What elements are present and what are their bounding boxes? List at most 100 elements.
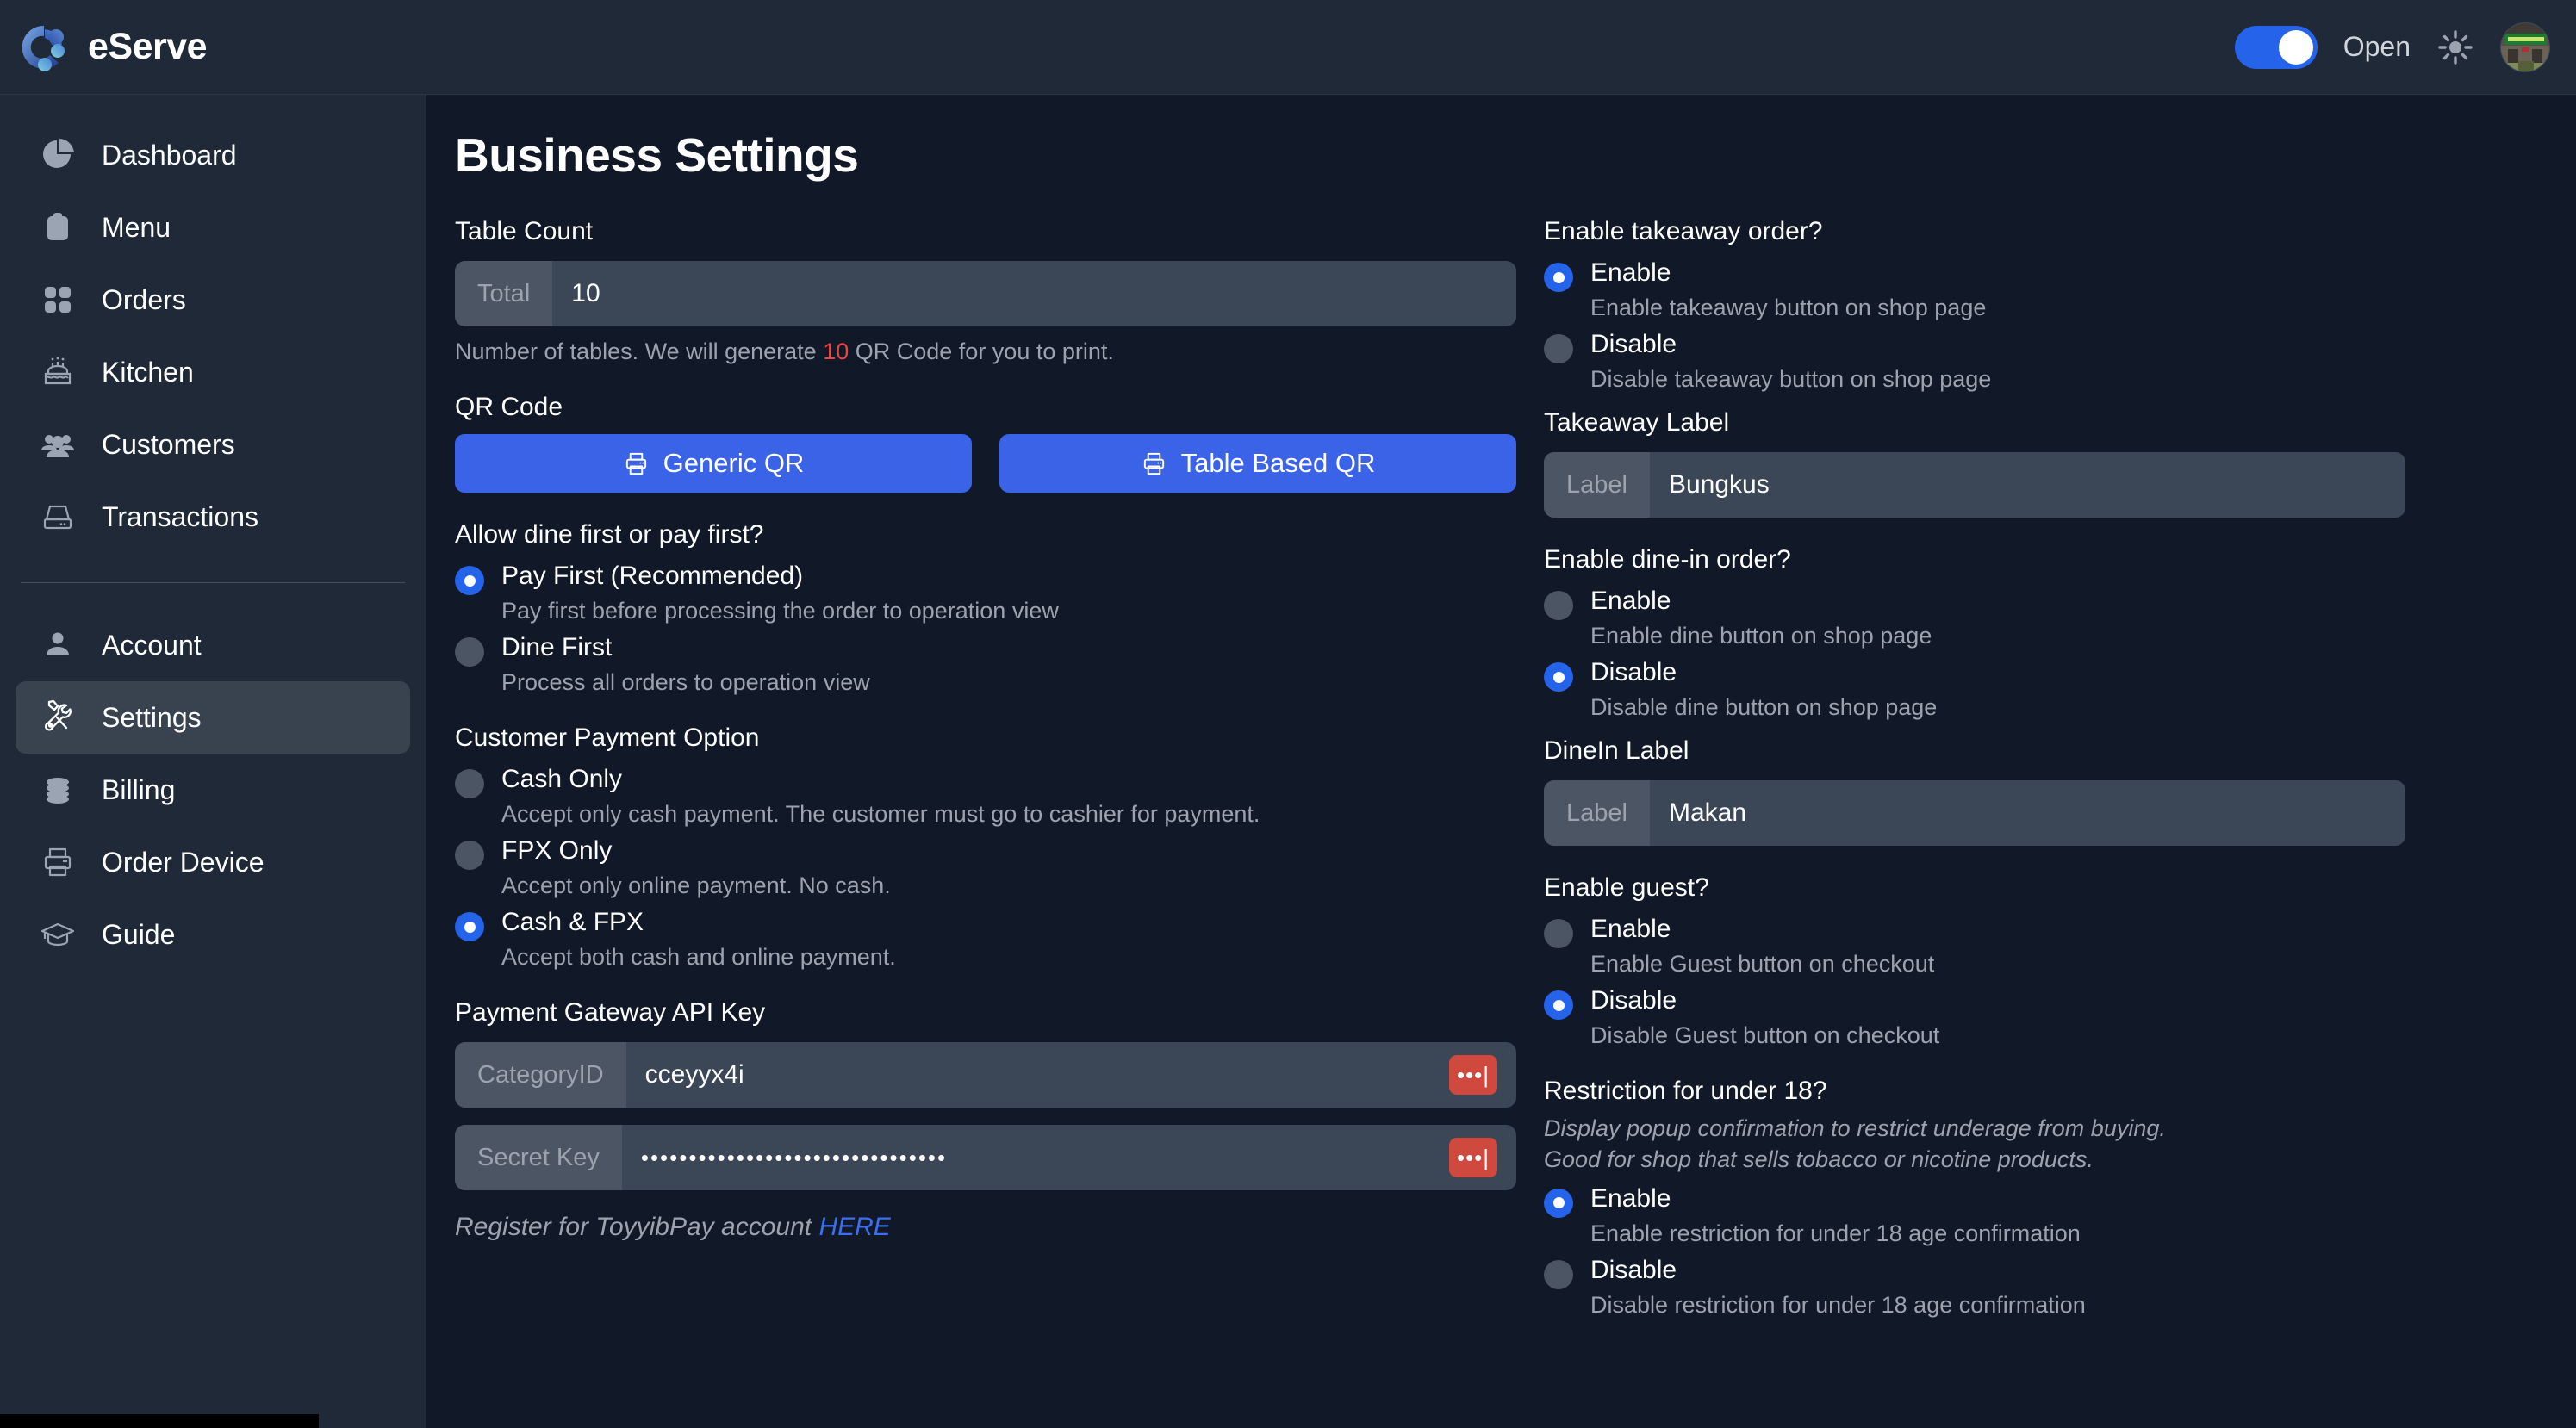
radio-option[interactable]: Disable Disable restriction for under 18…: [1544, 1256, 2405, 1319]
person-icon: [38, 625, 78, 665]
radio-desc: Disable Guest button on checkout: [1590, 1022, 1940, 1048]
dinein-label-field[interactable]: Label Makan: [1544, 780, 2405, 846]
radio-pay-first[interactable]: [455, 566, 484, 595]
category-id-addon: CategoryID: [455, 1042, 626, 1108]
top-bar-controls: Open: [2234, 22, 2576, 72]
radio-desc: Accept both cash and online payment.: [501, 944, 896, 970]
sidebar-item-transactions[interactable]: Transactions: [16, 481, 410, 553]
radio-desc: Enable restriction for under 18 age conf…: [1590, 1220, 2081, 1246]
sidebar-item-label: Menu: [102, 211, 171, 243]
settings-columns: Table Count Total 10 Number of tables. W…: [455, 217, 2576, 1346]
secret-key-field[interactable]: Secret Key •••••••••••••••••••••••••••••…: [455, 1125, 1516, 1190]
takeaway-label-input[interactable]: Bungkus: [1649, 452, 2405, 518]
radio-guest-disable[interactable]: [1544, 990, 1573, 1020]
horizontal-scrollbar[interactable]: [0, 1414, 319, 1428]
sun-icon[interactable]: [2436, 28, 2474, 66]
dine-or-pay-group: Allow dine first or pay first? Pay First…: [455, 520, 1516, 696]
helper-count: 10: [823, 338, 849, 364]
coins-icon: [38, 770, 78, 810]
sidebar-item-customers[interactable]: Customers: [16, 408, 410, 481]
register-here-link[interactable]: HERE: [818, 1213, 890, 1241]
radio-fpx-only[interactable]: [455, 841, 484, 870]
qr-button-row: Generic QR Table Based QR: [455, 434, 1516, 493]
radio-option[interactable]: Disable Disable dine button on shop page: [1544, 658, 2405, 721]
sidebar-item-menu[interactable]: Menu: [16, 191, 410, 264]
register-text: Register for ToyyibPay account: [455, 1213, 819, 1241]
sidebar-item-guide[interactable]: Guide: [16, 898, 410, 971]
dinein-label-input[interactable]: Makan: [1649, 780, 2405, 846]
radio-cash-only[interactable]: [455, 769, 484, 798]
sidebar-item-label: Billing: [102, 773, 176, 805]
sidebar-item-label: Account: [102, 629, 202, 661]
qr-code-group: QR Code Generic QR Table Based QR: [455, 393, 1516, 493]
category-id-input[interactable]: cceyyx4i: [625, 1042, 1449, 1108]
radio-option[interactable]: Enable Enable dine button on shop page: [1544, 587, 2405, 649]
dinein-label: Enable dine-in order?: [1544, 545, 1791, 574]
dinein-group: Enable dine-in order? Enable Enable dine…: [1544, 545, 2405, 846]
payment-gateway-api-key-group: Payment Gateway API Key CategoryID cceyy…: [455, 998, 1516, 1242]
api-key-label: Payment Gateway API Key: [455, 998, 766, 1027]
radio-under18-disable[interactable]: [1544, 1259, 1573, 1289]
radio-option[interactable]: Cash & FPX Accept both cash and online p…: [455, 908, 1516, 971]
radio-desc: Disable takeaway button on shop page: [1590, 366, 1992, 392]
radio-option[interactable]: Disable Disable takeaway button on shop …: [1544, 330, 2405, 393]
printer-icon: [1141, 450, 1167, 477]
category-id-field[interactable]: CategoryID cceyyx4i •••|: [455, 1042, 1516, 1108]
qr-code-label: QR Code: [455, 393, 563, 421]
radio-title: Enable: [1590, 1183, 1671, 1213]
table-based-qr-button[interactable]: Table Based QR: [999, 434, 1516, 493]
shop-open-toggle[interactable]: [2234, 25, 2318, 69]
takeaway-group: Enable takeaway order? Enable Enable tak…: [1544, 217, 2405, 518]
under18-label: Restriction for under 18?: [1544, 1077, 1827, 1105]
password-dots-icon[interactable]: •••|: [1449, 1138, 1497, 1177]
dinein-label-addon: Label: [1544, 780, 1650, 846]
register-toyyibpay-line: Register for ToyyibPay account HERE: [455, 1213, 1516, 1242]
takeaway-field-label: Takeaway Label: [1544, 408, 1730, 437]
takeaway-label-field[interactable]: Label Bungkus: [1544, 452, 2405, 518]
sidebar-item-account[interactable]: Account: [16, 609, 410, 681]
sidebar-item-orders[interactable]: Orders: [16, 264, 410, 336]
radio-desc: Disable dine button on shop page: [1590, 694, 1938, 720]
sidebar-item-dashboard[interactable]: Dashboard: [16, 119, 410, 191]
sidebar-divider: [21, 582, 405, 583]
secret-key-input[interactable]: ••••••••••••••••••••••••••••••••: [621, 1125, 1449, 1190]
radio-option[interactable]: Dine First Process all orders to operati…: [455, 633, 1516, 696]
radio-guest-enable[interactable]: [1544, 919, 1573, 948]
radio-option[interactable]: Enable Enable restriction for under 18 a…: [1544, 1184, 2405, 1247]
radio-desc: Enable dine button on shop page: [1590, 623, 1932, 649]
shop-avatar[interactable]: [2500, 22, 2550, 72]
radio-option[interactable]: Pay First (Recommended) Pay first before…: [455, 562, 1516, 624]
generic-qr-button[interactable]: Generic QR: [455, 434, 972, 493]
radio-option[interactable]: Enable Enable takeaway button on shop pa…: [1544, 258, 2405, 321]
sidebar-item-kitchen[interactable]: Kitchen: [16, 336, 410, 408]
password-dots-icon[interactable]: •••|: [1449, 1055, 1497, 1095]
radio-cash-and-fpx[interactable]: [455, 912, 484, 941]
table-count-addon: Total: [455, 261, 553, 326]
table-count-label: Table Count: [455, 217, 594, 245]
radio-title: Cash Only: [501, 765, 623, 793]
radio-under18-enable[interactable]: [1544, 1188, 1573, 1218]
sidebar-item-settings[interactable]: Settings: [16, 681, 410, 754]
radio-dine-first[interactable]: [455, 637, 484, 667]
radio-option[interactable]: FPX Only Accept only online payment. No …: [455, 836, 1516, 899]
table-count-input[interactable]: 10: [552, 261, 1516, 326]
sidebar-item-order-device[interactable]: Order Device: [16, 826, 410, 898]
sidebar-item-label: Orders: [102, 283, 186, 315]
pie-chart-icon: [38, 135, 78, 175]
radio-takeaway-enable[interactable]: [1544, 263, 1573, 292]
table-count-field[interactable]: Total 10: [455, 261, 1516, 326]
takeaway-label-addon: Label: [1544, 452, 1650, 518]
radio-dinein-disable[interactable]: [1544, 662, 1573, 692]
sidebar: Dashboard Menu Orders Kitchen Customers …: [0, 95, 426, 1428]
sidebar-item-label: Settings: [102, 701, 202, 733]
radio-option[interactable]: Disable Disable Guest button on checkout: [1544, 986, 2405, 1049]
graduation-cap-icon: [38, 915, 78, 954]
radio-takeaway-disable[interactable]: [1544, 334, 1573, 363]
radio-option[interactable]: Enable Enable Guest button on checkout: [1544, 915, 2405, 978]
settings-right-column: Enable takeaway order? Enable Enable tak…: [1544, 217, 2405, 1346]
radio-title: Disable: [1590, 1255, 1677, 1284]
radio-title: Enable: [1590, 915, 1671, 943]
sidebar-item-billing[interactable]: Billing: [16, 754, 410, 826]
radio-dinein-enable[interactable]: [1544, 591, 1573, 620]
radio-option[interactable]: Cash Only Accept only cash payment. The …: [455, 765, 1516, 828]
